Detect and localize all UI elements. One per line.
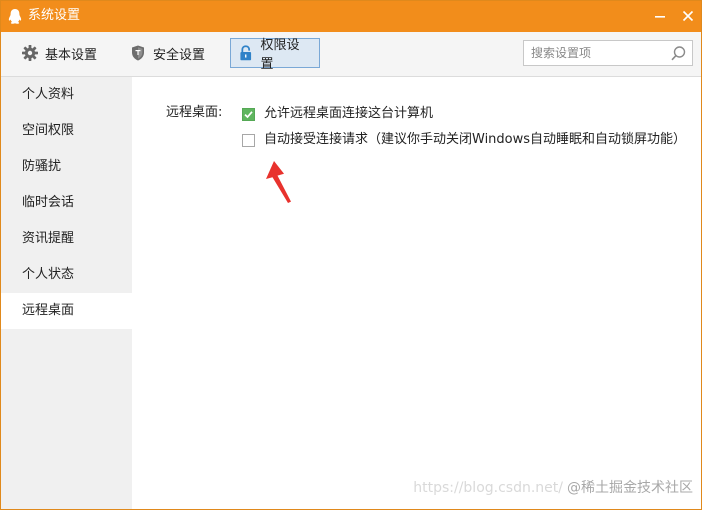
sidebar-item-anti-harassment[interactable]: 防骚扰	[1, 149, 132, 185]
auto-accept-label: 自动接受连接请求（建议你手动关闭Windows自动睡眠和自动锁屏功能）	[264, 132, 687, 147]
lock-icon	[240, 45, 252, 61]
search-input[interactable]	[524, 41, 671, 65]
sidebar-item-personal-status[interactable]: 个人状态	[1, 257, 132, 293]
close-icon	[682, 10, 694, 22]
section-label: 远程桌面:	[166, 105, 223, 120]
watermark: https://blog.csdn.net/@稀土掘金技术社区	[413, 477, 693, 497]
tab-basic-settings[interactable]: 基本设置	[15, 38, 105, 68]
watermark-url: https://blog.csdn.net/	[413, 480, 563, 496]
title-bar[interactable]: 系统设置	[1, 1, 701, 32]
sidebar-item-space-permissions[interactable]: 空间权限	[1, 113, 132, 149]
gear-icon	[22, 45, 38, 61]
sidebar: 个人资料 空间权限 防骚扰 临时会话 资讯提醒 个人状态 远程桌面	[1, 77, 132, 509]
minimize-button[interactable]	[649, 5, 671, 27]
sidebar-item-news-alerts[interactable]: 资讯提醒	[1, 221, 132, 257]
settings-window: 系统设置 基本设置 安全设置 权限设置 搜索设置项 个人资料 空间权限 防骚扰 …	[0, 0, 702, 510]
tab-permission-settings[interactable]: 权限设置	[230, 38, 320, 72]
sidebar-item-profile[interactable]: 个人资料	[1, 77, 132, 113]
window-title: 系统设置	[28, 8, 81, 23]
search-icon[interactable]	[670, 45, 687, 62]
allow-remote-desktop-checkbox[interactable]	[242, 107, 255, 121]
watermark-text: @稀土掘金技术社区	[567, 480, 693, 496]
shield-icon	[132, 45, 144, 61]
sidebar-item-remote-desktop[interactable]: 远程桌面	[1, 293, 132, 329]
allow-remote-desktop-option[interactable]: 允许远程桌面连接这台计算机	[242, 106, 433, 122]
tab-security-settings[interactable]: 安全设置	[123, 38, 213, 68]
minimize-icon	[655, 16, 665, 18]
remote-desktop-panel: 远程桌面: 允许远程桌面连接这台计算机 自动接受连接请求（建议你手动关闭Wind…	[132, 77, 701, 509]
auto-accept-option[interactable]: 自动接受连接请求（建议你手动关闭Windows自动睡眠和自动锁屏功能）	[242, 132, 686, 148]
sidebar-item-temporary-chat[interactable]: 临时会话	[1, 185, 132, 221]
tab-basic-settings-label: 基本设置	[45, 47, 98, 63]
toolbar: 基本设置 安全设置 权限设置	[1, 32, 701, 77]
red-arrow-annotation-icon	[266, 161, 291, 203]
close-button[interactable]	[677, 5, 699, 27]
checkmark-icon	[244, 110, 253, 118]
tab-permission-settings-label: 权限设置	[260, 38, 300, 72]
allow-remote-desktop-label: 允许远程桌面连接这台计算机	[264, 106, 434, 121]
search-box	[523, 40, 693, 66]
tab-security-settings-label: 安全设置	[153, 47, 206, 63]
penguin-logo-icon	[8, 9, 22, 24]
auto-accept-checkbox[interactable]	[242, 133, 255, 147]
